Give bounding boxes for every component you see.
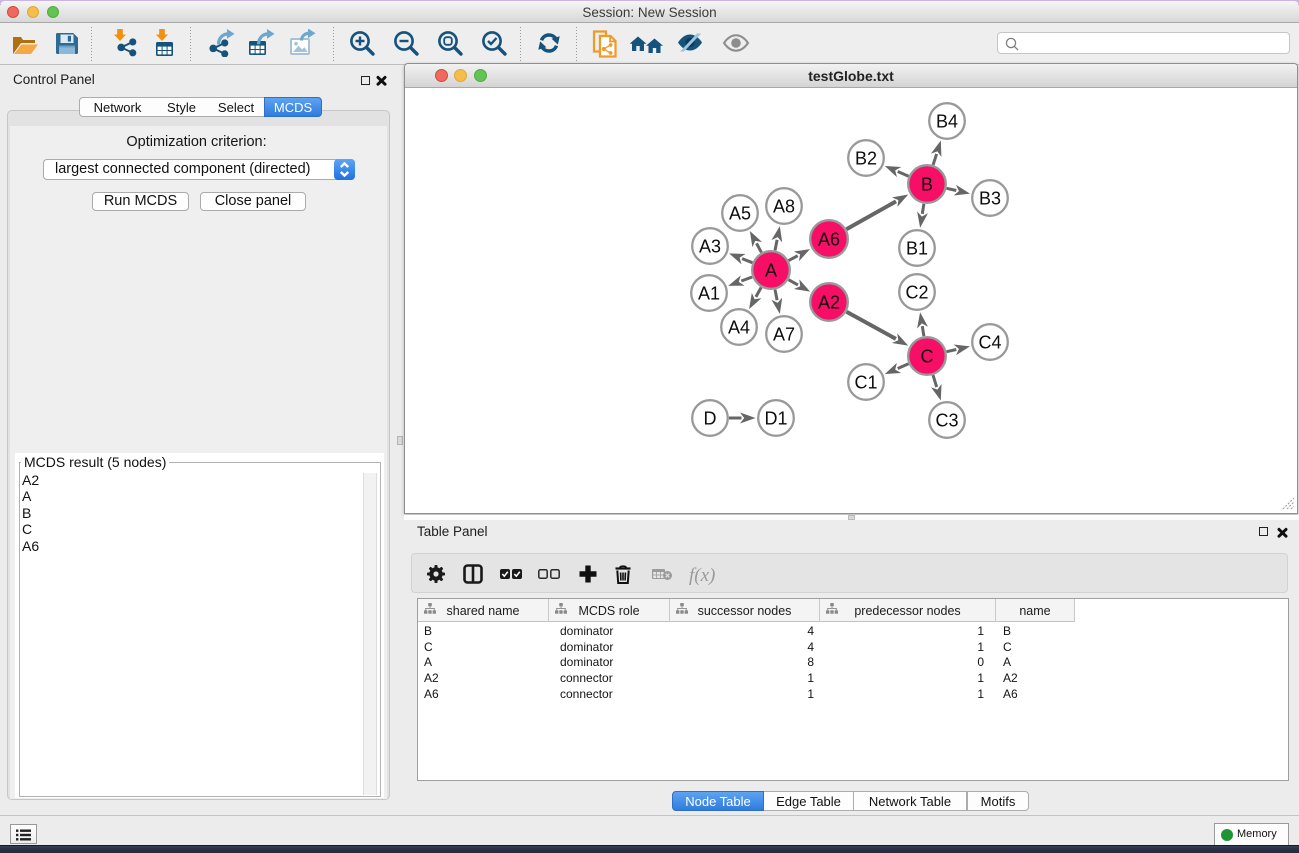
svg-text:A7: A7: [773, 325, 795, 345]
svg-text:B2: B2: [855, 149, 877, 169]
svg-text:D: D: [704, 409, 717, 429]
svg-text:C: C: [921, 347, 934, 367]
svg-text:A5: A5: [729, 204, 751, 224]
svg-text:B3: B3: [979, 189, 1001, 209]
svg-text:A2: A2: [818, 293, 840, 313]
svg-text:A: A: [765, 261, 777, 281]
svg-text:C2: C2: [905, 283, 928, 303]
svg-text:B4: B4: [936, 112, 958, 132]
svg-text:B: B: [921, 175, 933, 195]
svg-text:A8: A8: [773, 197, 795, 217]
svg-text:B1: B1: [906, 239, 928, 259]
svg-text:A4: A4: [728, 318, 750, 338]
svg-text:C3: C3: [935, 411, 958, 431]
svg-text:f(x): f(x): [689, 565, 715, 586]
svg-text:D1: D1: [764, 409, 787, 429]
svg-text:A6: A6: [818, 230, 840, 250]
svg-text:A1: A1: [698, 284, 720, 304]
svg-text:C4: C4: [978, 333, 1001, 353]
svg-text:A3: A3: [699, 237, 721, 257]
svg-text:C1: C1: [854, 373, 877, 393]
